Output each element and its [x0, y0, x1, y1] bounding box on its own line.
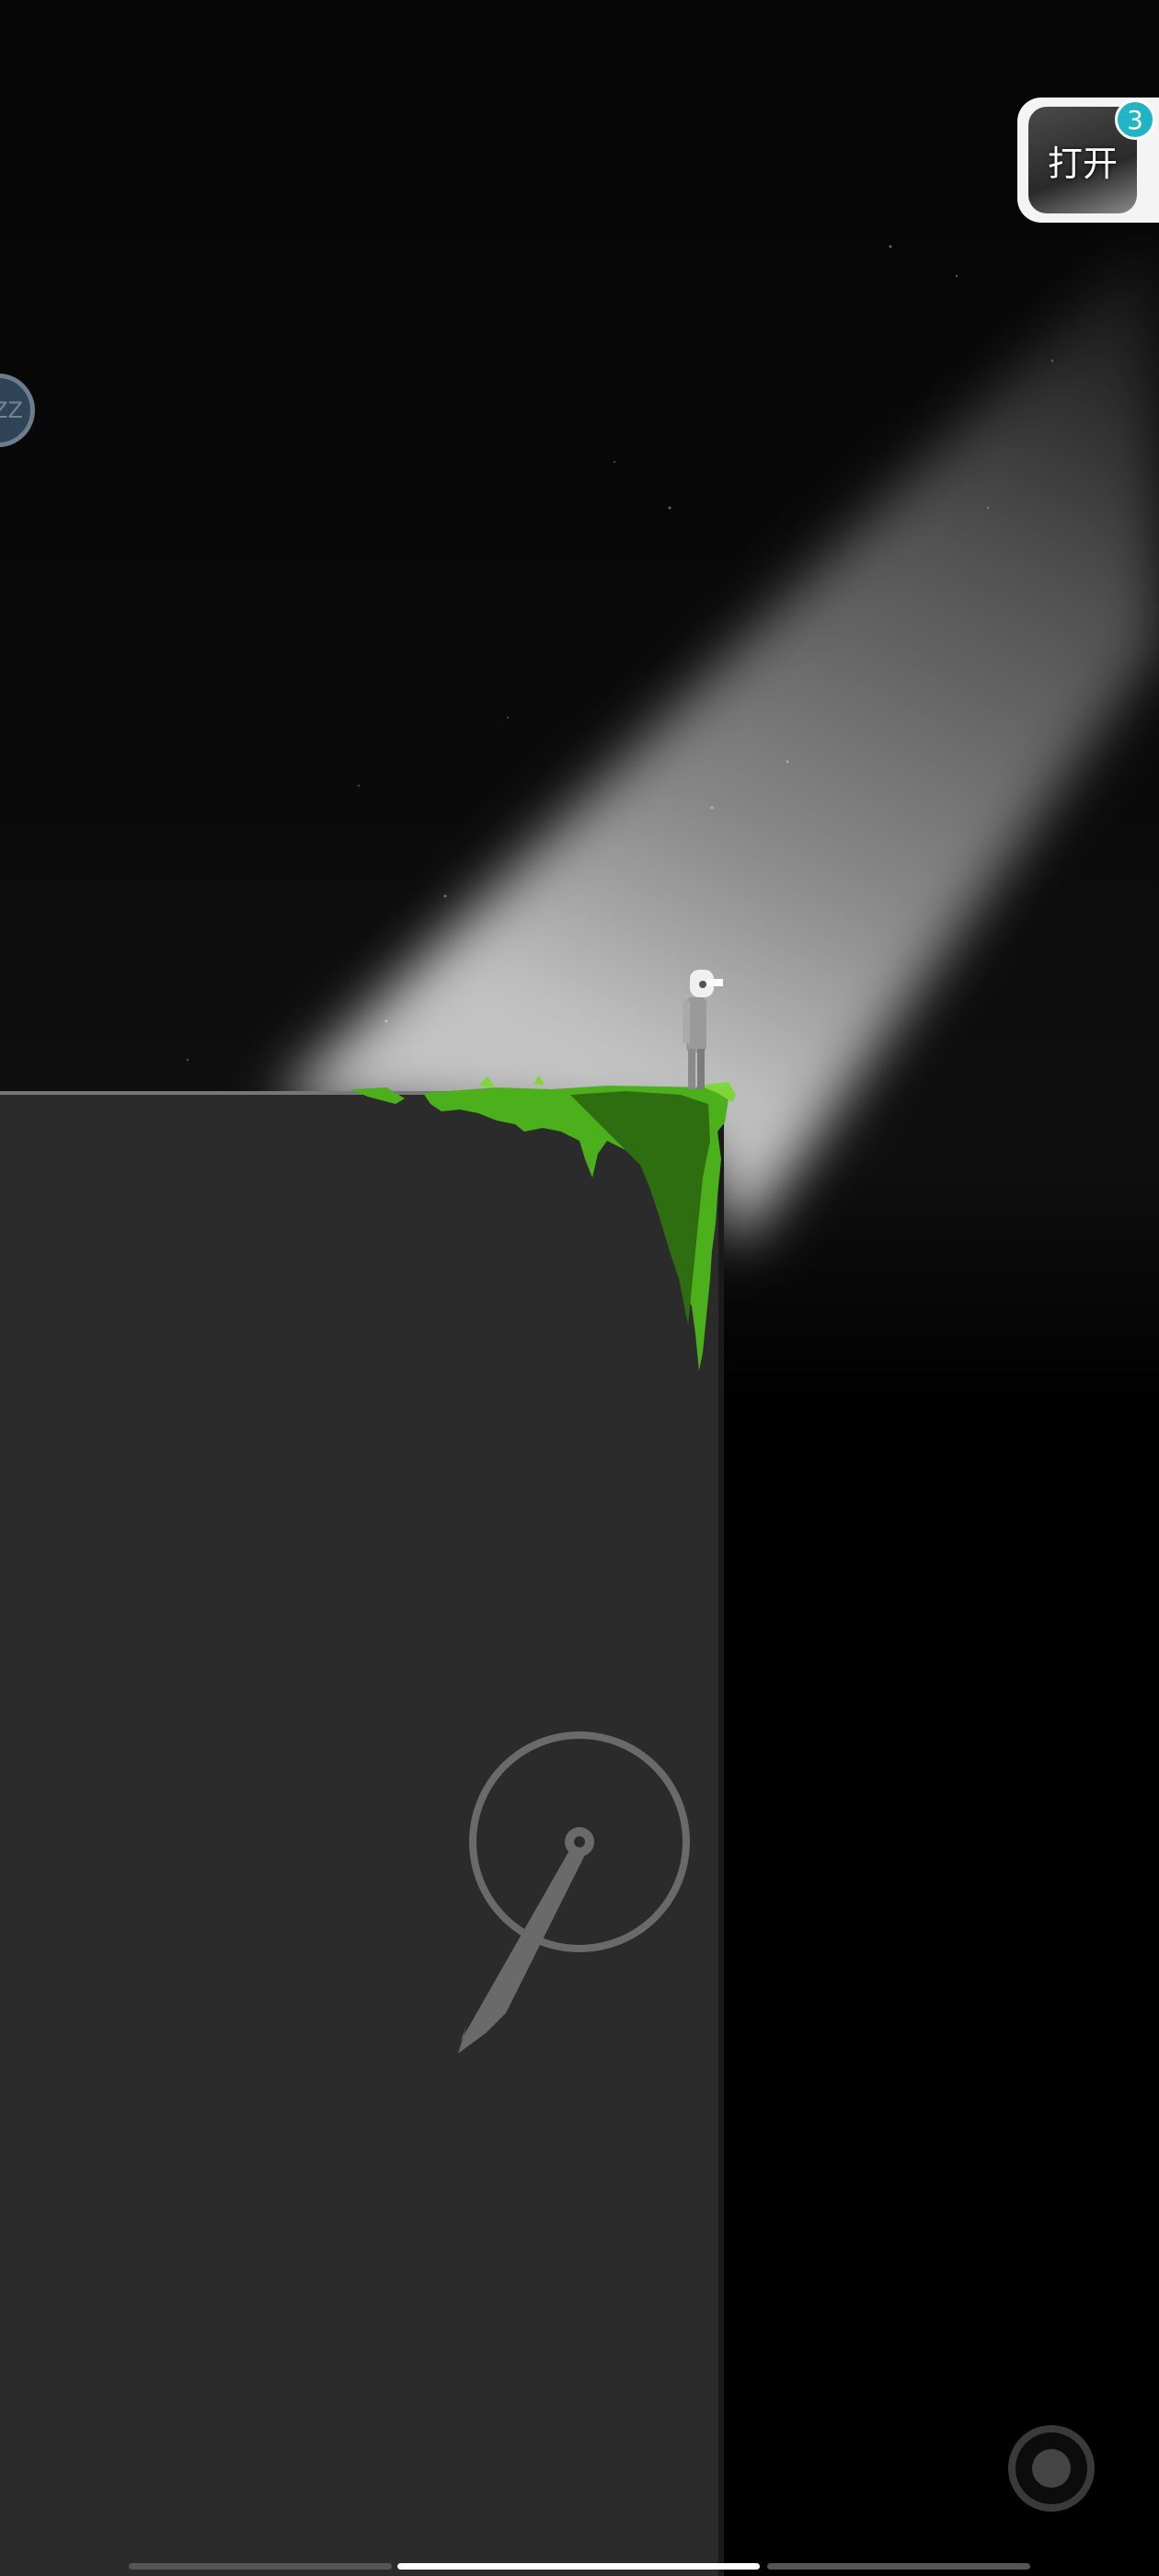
joystick[interactable]: [442, 1720, 699, 2070]
nav-indicator-left: [129, 2563, 392, 2570]
moss: [350, 1076, 736, 1371]
nav-indicator-right: [767, 2563, 1030, 2570]
circle-action-icon[interactable]: [1008, 2425, 1095, 2512]
action-button-core: [1032, 2449, 1071, 2488]
joystick-arrow-icon: [458, 1827, 594, 2053]
nav-indicator-home[interactable]: [397, 2563, 760, 2570]
player-character: [683, 970, 723, 1089]
sleep-label: ZZ: [0, 397, 23, 423]
open-app-badge[interactable]: 打开 3: [1017, 98, 1159, 223]
game-stage[interactable]: 打开 3 ZZ: [0, 0, 1159, 2576]
notification-count-badge: 3: [1115, 99, 1155, 140]
